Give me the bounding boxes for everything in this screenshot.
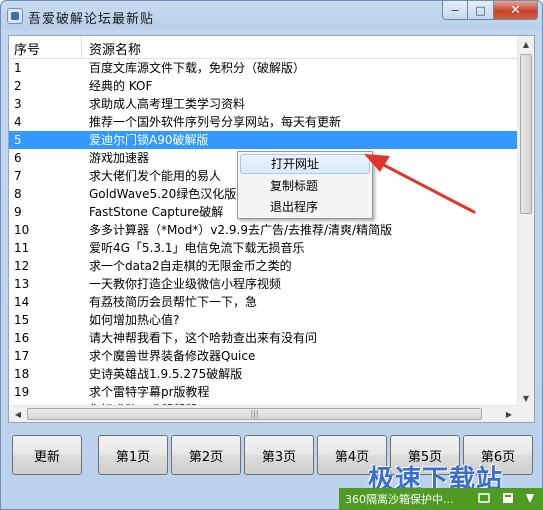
list-item[interactable]: 4 推荐一个国外软件序列号分享网站，每天有更新: [9, 113, 518, 131]
menu-item-open-url[interactable]: 打开网址: [240, 154, 370, 174]
list-item[interactable]: 16 请大神帮我看下，这个哈勃查出来有没有问: [9, 329, 518, 347]
list-rows: 1 百度文库源文件下载，免积分（破解版） 2 经典的 KOF 3 求助成人高考理工类学习资…: [9, 59, 518, 419]
list-item-title: 经典的 KOF: [89, 79, 153, 93]
list-item[interactable]: 12 求一个data2自走棋的无限金币之类的: [9, 257, 518, 275]
horizontal-scrollbar[interactable]: ◀ ||| ▶: [9, 405, 518, 422]
list-item-number: 11: [14, 241, 30, 255]
list-item-number: 1: [14, 61, 22, 75]
list-item-title: FastStone Capture破解: [89, 205, 224, 219]
list-item[interactable]: 19 求个雷特字幕pr版教程: [9, 383, 518, 401]
list-item-title: 求个雷特字幕pr版教程: [89, 385, 210, 399]
list-item-title: 求个魔兽世界装备修改器Quice: [89, 349, 256, 363]
page-1-button[interactable]: 第1页: [98, 435, 168, 475]
list-item-title: 求大佬们发个能用的易人: [89, 169, 222, 183]
list-item-title: 求一个data2自走棋的无限金币之类的: [89, 259, 292, 273]
page-2-button[interactable]: 第2页: [171, 435, 241, 475]
list-item-number: 7: [14, 169, 22, 183]
post-list[interactable]: 序号 资源名称 1 百度文库源文件下载，免积分（破解版） 2 经典的 KOF 3 求助成人…: [8, 35, 535, 423]
scroll-left-icon[interactable]: ◀: [10, 406, 26, 422]
list-item-number: 13: [14, 277, 30, 291]
app-icon: [7, 8, 23, 24]
list-item-number: 14: [14, 295, 30, 309]
list-item[interactable]: 3 求助成人高考理工类学习资料: [9, 95, 518, 113]
list-item-number: 8: [14, 187, 22, 201]
tray-list-icon[interactable]: [501, 491, 515, 505]
list-item-number: 2: [14, 79, 22, 93]
list-item-title: 百度文库源文件下载，免积分（破解版）: [89, 61, 306, 75]
list-item-title: 有荔枝简历会员帮忙下一下，急: [89, 295, 258, 309]
horizontal-scroll-thumb[interactable]: |||: [27, 408, 482, 420]
menu-item-copy-title[interactable]: 复制标题: [240, 176, 370, 196]
list-item-number: 9: [14, 205, 22, 219]
list-item[interactable]: 11 爱听4G「5.3.1」电信免流下载无损音乐: [9, 239, 518, 257]
scroll-up-icon[interactable]: ▲: [518, 36, 534, 53]
list-item-title: 多多计算器（*Mod*）v2.9.9去广告/去推荐/清爽/精简版: [89, 223, 393, 237]
list-item-number: 18: [14, 367, 30, 381]
page-3-button[interactable]: 第3页: [244, 435, 314, 475]
sandbox-status-text: 360隔离沙箱保护中...: [345, 493, 454, 506]
list-item-number: 4: [14, 115, 22, 129]
list-item-number: 10: [14, 223, 30, 237]
tray-window-icon[interactable]: [477, 491, 491, 505]
refresh-button[interactable]: 更新: [12, 435, 82, 475]
list-item-title: 如何增加热心值?: [89, 313, 180, 327]
list-item-title: 史诗英雄战1.9.5.275破解版: [89, 367, 243, 381]
list-item[interactable]: 17 求个魔兽世界装备修改器Quice: [9, 347, 518, 365]
list-item-title: 推荐一个国外软件序列号分享网站，每天有更新: [89, 115, 342, 129]
vertical-scrollbar[interactable]: ▲ ▼: [517, 36, 534, 407]
title-bar[interactable]: 吾爱破解论坛最新贴 − □ ✕: [1, 1, 542, 31]
menu-item-exit[interactable]: 退出程序: [240, 197, 370, 217]
list-item[interactable]: 2 经典的 KOF: [9, 77, 518, 95]
list-item-number: 16: [14, 331, 30, 345]
column-divider[interactable]: [81, 36, 82, 58]
list-item-title: 请大神帮我看下，这个哈勃查出来有没有问: [89, 331, 318, 345]
list-item-title: 游戏加速器: [89, 151, 150, 165]
minimize-button[interactable]: −: [442, 1, 468, 20]
scrollbar-corner: [517, 405, 534, 422]
list-item-title: 求助成人高考理工类学习资料: [89, 97, 246, 111]
maximize-button[interactable]: □: [468, 1, 494, 20]
context-menu: 打开网址 复制标题 退出程序: [237, 151, 373, 219]
red-arrow-annotation: [364, 154, 476, 214]
list-item-number: 6: [14, 151, 22, 165]
list-item-number: 15: [14, 313, 30, 327]
list-item-number: 17: [14, 349, 30, 363]
window-controls: − □ ✕: [442, 1, 538, 21]
list-item[interactable]: 1 百度文库源文件下载，免积分（破解版）: [9, 59, 518, 77]
list-item[interactable]: 18 史诗英雄战1.9.5.275破解版: [9, 365, 518, 383]
list-item[interactable]: 13 一天教你打造企业级微信小程序视频: [9, 275, 518, 293]
list-item-number: 5: [14, 133, 22, 147]
list-item-title: 爱迪尔门锁A90破解版: [89, 133, 209, 147]
list-item-number: 3: [14, 97, 22, 111]
column-header-name[interactable]: 资源名称: [89, 39, 141, 58]
window-title: 吾爱破解论坛最新贴: [28, 12, 155, 27]
list-item-number: 12: [14, 259, 30, 273]
list-item-title: 一天教你打造企业级微信小程序视频: [89, 277, 282, 291]
list-item-number: 19: [14, 385, 30, 399]
column-header-number[interactable]: 序号: [14, 39, 40, 58]
list-item[interactable]: 14 有荔枝简历会员帮忙下一下，急: [9, 293, 518, 311]
app-window: 吾爱破解论坛最新贴 − □ ✕ 序号 资源名称 1 百度文库源文件下载，免积分（破…: [0, 0, 543, 510]
list-item-title: 爱听4G「5.3.1」电信免流下载无损音乐: [89, 241, 305, 255]
vertical-scroll-thumb[interactable]: [520, 54, 532, 214]
list-item[interactable]: 15 如何增加热心值?: [9, 311, 518, 329]
close-button[interactable]: ✕: [494, 1, 538, 20]
list-item[interactable]: 10 多多计算器（*Mod*）v2.9.9去广告/去推荐/清爽/精简版: [9, 221, 518, 239]
scroll-right-icon[interactable]: ▶: [501, 406, 517, 422]
tray-pin-icon[interactable]: [523, 491, 537, 505]
list-header: 序号 资源名称: [9, 36, 518, 59]
